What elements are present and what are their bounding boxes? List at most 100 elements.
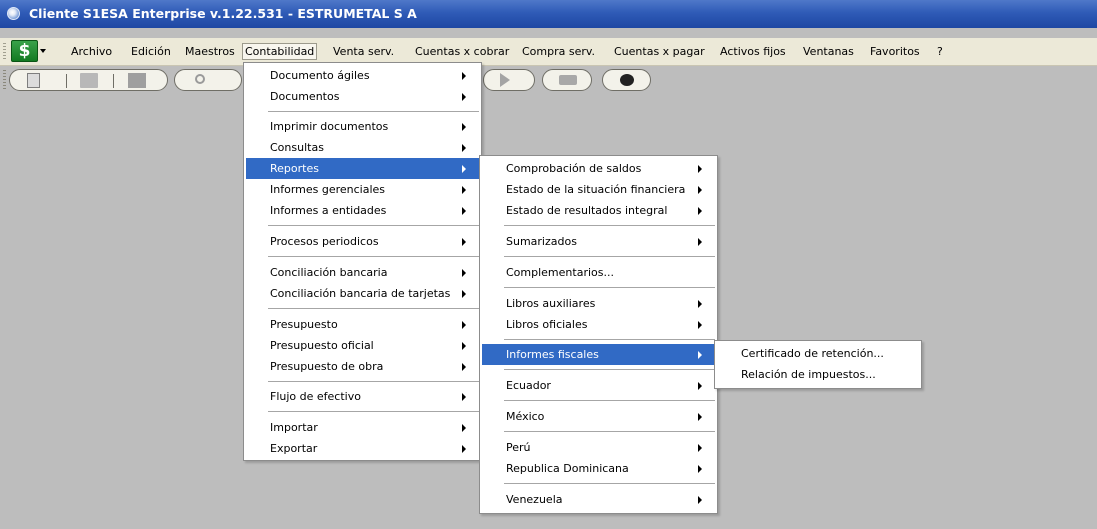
menu-help[interactable]: ? <box>935 43 945 60</box>
menu-item-conciliacion-bancaria-tarjetas[interactable]: Conciliación bancaria de tarjetas <box>246 283 479 304</box>
submenu-arrow-icon <box>698 496 702 504</box>
menu-item-informes-a-entidades[interactable]: Informes a entidades <box>246 200 479 221</box>
menu-separator <box>504 400 715 401</box>
menu-cuentas-x-pagar[interactable]: Cuentas x pagar <box>612 43 707 60</box>
submenu-arrow-icon <box>698 165 702 173</box>
menu-item-exportar[interactable]: Exportar <box>246 438 479 459</box>
submenu-arrow-icon <box>698 207 702 215</box>
menu-item-peru[interactable]: Perú <box>482 437 715 458</box>
submenu-arrow-icon <box>462 186 466 194</box>
menu-item-relacion-de-impuestos[interactable]: Relación de impuestos... <box>717 364 919 385</box>
submenu-arrow-icon <box>462 238 466 246</box>
menu-venta-serv[interactable]: Venta serv. <box>331 43 396 60</box>
title-bar[interactable]: Cliente S1ESA Enterprise v.1.22.531 - ES… <box>0 0 1097 28</box>
menu-favoritos[interactable]: Favoritos <box>868 43 922 60</box>
menu-item-venezuela[interactable]: Venezuela <box>482 489 715 510</box>
menu-separator <box>268 256 479 257</box>
menu-item-estado-situacion-financiera[interactable]: Estado de la situación financiera <box>482 179 715 200</box>
menu-item-sumarizados[interactable]: Sumarizados <box>482 231 715 252</box>
menu-separator <box>268 225 479 226</box>
submenu-arrow-icon <box>462 290 466 298</box>
menu-ventanas[interactable]: Ventanas <box>801 43 856 60</box>
submenu-arrow-icon <box>698 382 702 390</box>
menu-item-reportes[interactable]: Reportes <box>246 158 479 179</box>
menu-item-conciliacion-bancaria[interactable]: Conciliación bancaria <box>246 262 479 283</box>
print-icon[interactable] <box>559 75 577 85</box>
submenu-arrow-icon <box>698 238 702 246</box>
submenu-arrow-icon <box>462 123 466 131</box>
next-arrow-icon[interactable] <box>500 73 510 87</box>
menu-separator <box>504 483 715 484</box>
toolbar-file-group <box>9 69 168 91</box>
menu-item-documento-agiles[interactable]: Documento ágiles <box>246 65 479 86</box>
contabilidad-menu: Documento ágiles Documentos Imprimir doc… <box>243 62 482 461</box>
informes-fiscales-submenu: Certificado de retención... Relación de … <box>714 340 922 389</box>
menu-item-certificado-de-retencion[interactable]: Certificado de retención... <box>717 343 919 364</box>
menu-item-presupuesto-de-obra[interactable]: Presupuesto de obra <box>246 356 479 377</box>
app-window-icon[interactable] <box>7 7 20 20</box>
menu-separator <box>268 381 479 382</box>
reportes-submenu: Comprobación de saldos Estado de la situ… <box>479 155 718 514</box>
menu-item-comprobacion-de-saldos[interactable]: Comprobación de saldos <box>482 158 715 179</box>
toolbar-separator <box>113 74 114 88</box>
menu-separator <box>504 256 715 257</box>
submenu-arrow-icon <box>462 363 466 371</box>
toolbar-grip-handle[interactable] <box>3 70 6 90</box>
submenu-arrow-icon <box>462 93 466 101</box>
menu-separator <box>268 411 479 412</box>
menu-item-presupuesto-oficial[interactable]: Presupuesto oficial <box>246 335 479 356</box>
submenu-arrow-icon <box>462 72 466 80</box>
submenu-arrow-icon <box>698 465 702 473</box>
menu-archivo[interactable]: Archivo <box>69 43 114 60</box>
toolbar-search-group <box>174 69 242 91</box>
menu-compra-serv[interactable]: Compra serv. <box>520 43 597 60</box>
menu-edicion[interactable]: Edición <box>129 43 173 60</box>
app-logo-button[interactable]: $ <box>11 40 38 62</box>
menu-item-complementarios[interactable]: Complementarios... <box>482 262 715 283</box>
submenu-arrow-icon <box>462 144 466 152</box>
submenu-arrow-icon <box>698 300 702 308</box>
submenu-arrow-icon <box>462 424 466 432</box>
menu-item-informes-gerenciales[interactable]: Informes gerenciales <box>246 179 479 200</box>
menu-item-consultas[interactable]: Consultas <box>246 137 479 158</box>
menu-item-mexico[interactable]: México <box>482 406 715 427</box>
copy-icon[interactable] <box>128 73 146 88</box>
menu-item-ecuador[interactable]: Ecuador <box>482 375 715 396</box>
submenu-arrow-icon <box>462 165 466 173</box>
open-folder-icon[interactable] <box>80 73 98 88</box>
submenu-arrow-icon <box>698 444 702 452</box>
menu-item-informes-fiscales[interactable]: Informes fiscales <box>482 344 715 365</box>
toolbar-help-group <box>602 69 651 91</box>
menu-item-estado-resultados-integral[interactable]: Estado de resultados integral <box>482 200 715 221</box>
menu-item-libros-oficiales[interactable]: Libros oficiales <box>482 314 715 335</box>
submenu-arrow-icon <box>698 321 702 329</box>
menu-separator <box>268 111 479 112</box>
menu-item-documentos[interactable]: Documentos <box>246 86 479 107</box>
submenu-arrow-icon <box>698 186 702 194</box>
window-title: Cliente S1ESA Enterprise v.1.22.531 - ES… <box>29 6 417 21</box>
submenu-arrow-icon <box>462 207 466 215</box>
chat-help-icon[interactable] <box>620 74 634 86</box>
menu-contabilidad[interactable]: Contabilidad <box>242 43 318 60</box>
menu-item-imprimir-documentos[interactable]: Imprimir documentos <box>246 116 479 137</box>
new-document-icon[interactable] <box>27 73 40 88</box>
submenu-arrow-icon <box>698 351 702 359</box>
menu-cuentas-x-cobrar[interactable]: Cuentas x cobrar <box>413 43 511 60</box>
toolbar-navigation-group <box>483 69 535 91</box>
menu-item-republica-dominicana[interactable]: Republica Dominicana <box>482 458 715 479</box>
menu-item-libros-auxiliares[interactable]: Libros auxiliares <box>482 293 715 314</box>
menu-separator <box>504 431 715 432</box>
menu-activos-fijos[interactable]: Activos fijos <box>718 43 788 60</box>
menu-item-procesos-periodicos[interactable]: Procesos periodicos <box>246 231 479 252</box>
menu-separator <box>504 369 715 370</box>
menu-maestros[interactable]: Maestros <box>183 43 237 60</box>
menu-item-importar[interactable]: Importar <box>246 417 479 438</box>
menubar-grip-handle[interactable] <box>3 43 6 60</box>
toolbar <box>0 66 1097 94</box>
search-icon[interactable] <box>195 74 205 84</box>
menu-item-flujo-de-efectivo[interactable]: Flujo de efectivo <box>246 386 479 407</box>
toolbar-separator <box>66 74 67 88</box>
menu-item-presupuesto[interactable]: Presupuesto <box>246 314 479 335</box>
chevron-down-icon[interactable] <box>40 49 46 53</box>
submenu-arrow-icon <box>462 321 466 329</box>
